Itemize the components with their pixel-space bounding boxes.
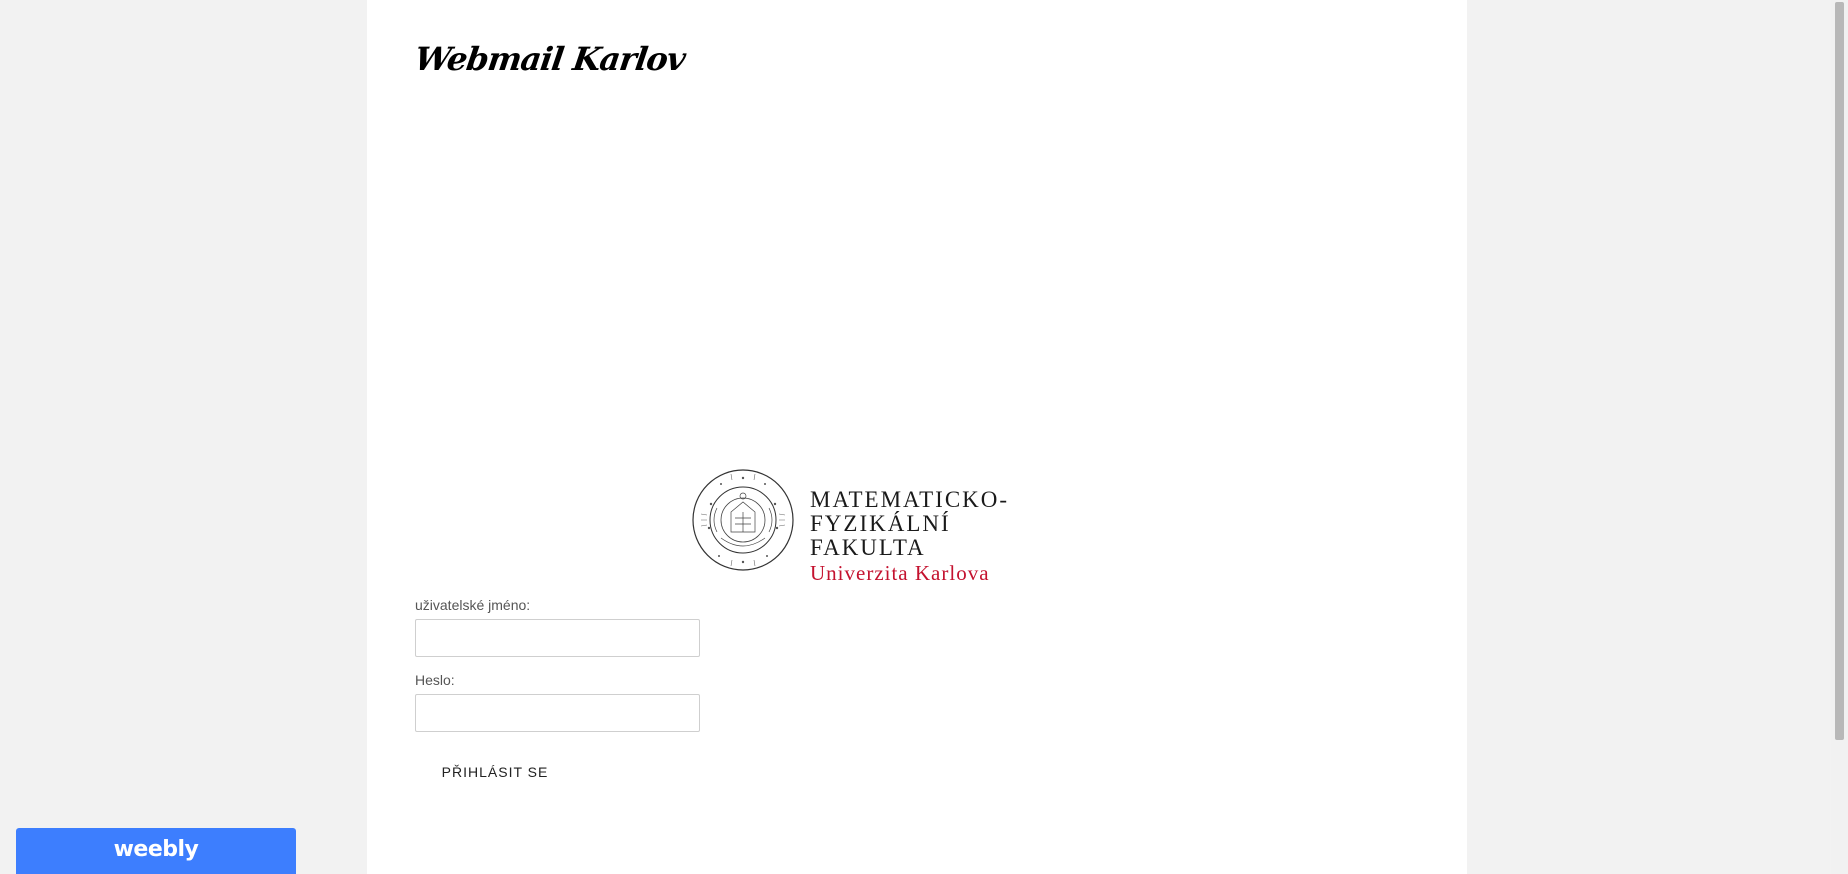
logo-faculty-line2: FAKULTA bbox=[810, 535, 926, 560]
scrollbar-thumb[interactable] bbox=[1835, 2, 1844, 740]
site-title[interactable]: Webmail Karlov bbox=[412, 40, 687, 78]
username-label: uživatelské jméno: bbox=[415, 597, 531, 613]
password-input[interactable] bbox=[415, 694, 700, 732]
logo-faculty-line1: MATEMATICKO-FYZIKÁLNÍ bbox=[810, 487, 1010, 536]
faculty-logo: MATEMATICKO-FYZIKÁLNÍ FAKULTA Univerzita… bbox=[685, 468, 1145, 585]
username-input[interactable] bbox=[415, 619, 700, 657]
weebly-badge[interactable]: weebly bbox=[16, 828, 296, 874]
page-content: Webmail Karlov MATEMATICKO-FYZIKÁLNÍ FAK… bbox=[367, 0, 1467, 874]
login-button[interactable]: PŘIHLÁSIT SE bbox=[435, 757, 555, 787]
password-label: Heslo: bbox=[415, 672, 455, 688]
logo-text: MATEMATICKO-FYZIKÁLNÍ FAKULTA Univerzita… bbox=[810, 488, 1145, 586]
page-scrollbar[interactable] bbox=[1831, 0, 1848, 874]
university-seal-icon bbox=[692, 469, 794, 571]
logo-university-name: Univerzita Karlova bbox=[810, 561, 990, 585]
